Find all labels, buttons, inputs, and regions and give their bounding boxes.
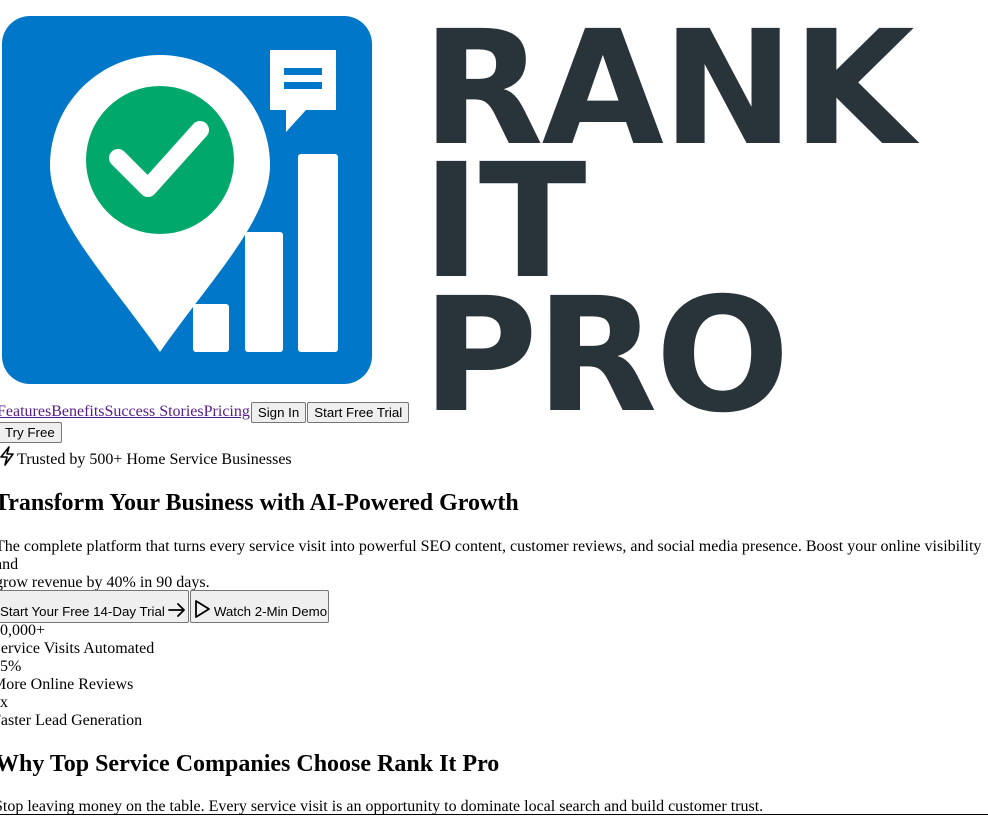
hero-description-line-2: grow revenue by 40% in 90 days. (0, 574, 210, 591)
watch-demo-button[interactable]: Watch 2-Min Demo (189, 590, 330, 623)
wordmark-line-3: PRO (422, 264, 790, 448)
check-badge-icon (86, 86, 234, 234)
start-trial-label: Start Your Free 14-Day Trial (0, 604, 165, 619)
stat-value: 10,000+ (0, 622, 46, 639)
arrow-right-icon (167, 603, 185, 617)
sign-in-button[interactable]: Sign In (250, 401, 307, 423)
why-section-title: Why Top Service Companies Choose Rank It… (0, 751, 500, 777)
trusted-text: Trusted by 500+ Home Service Businesses (17, 451, 292, 468)
bar-chart-icon (193, 304, 229, 352)
nav-link-benefits[interactable]: Benefits (51, 403, 104, 421)
hero-title: Transform Your Business with AI-Powered … (0, 490, 519, 516)
watch-demo-label: Watch 2-Min Demo (213, 604, 328, 619)
stat-label: More Online Reviews (0, 676, 134, 693)
nav-link-pricing[interactable]: Pricing (204, 403, 250, 421)
hero-description-line-1: The complete platform that turns every s… (0, 538, 982, 573)
trusted-badge: Trusted by 500+ Home Service Businesses (0, 446, 292, 468)
stat-value: 3x (0, 694, 8, 711)
start-free-trial-button[interactable]: Start Free Trial (307, 401, 410, 423)
stat-label: Faster Lead Generation (0, 712, 143, 729)
lightning-icon (0, 446, 14, 466)
play-icon (194, 600, 210, 618)
nav-link-success-stories[interactable]: Success Stories (105, 403, 204, 421)
start-14-day-trial-button[interactable]: Start Your Free 14-Day Trial (0, 590, 189, 623)
divider (0, 814, 988, 815)
top-nav: Features Benefits Success Stories Pricin… (0, 401, 410, 423)
hero-cta-group: Start Your Free 14-Day Trial Watch 2-Min… (0, 590, 330, 623)
stat-label: Service Visits Automated (0, 640, 155, 657)
brand-logo: RANK IT PRO (0, 0, 915, 435)
hero-description: The complete platform that turns every s… (0, 538, 988, 592)
stats-list: 10,000+ Service Visits Automated 85% Mor… (0, 622, 154, 730)
stat-value: 85% (0, 658, 22, 675)
nav-link-features[interactable]: Features (0, 403, 51, 421)
logo-mark-icon (2, 16, 372, 384)
try-free-button[interactable]: Try Free (0, 422, 62, 443)
